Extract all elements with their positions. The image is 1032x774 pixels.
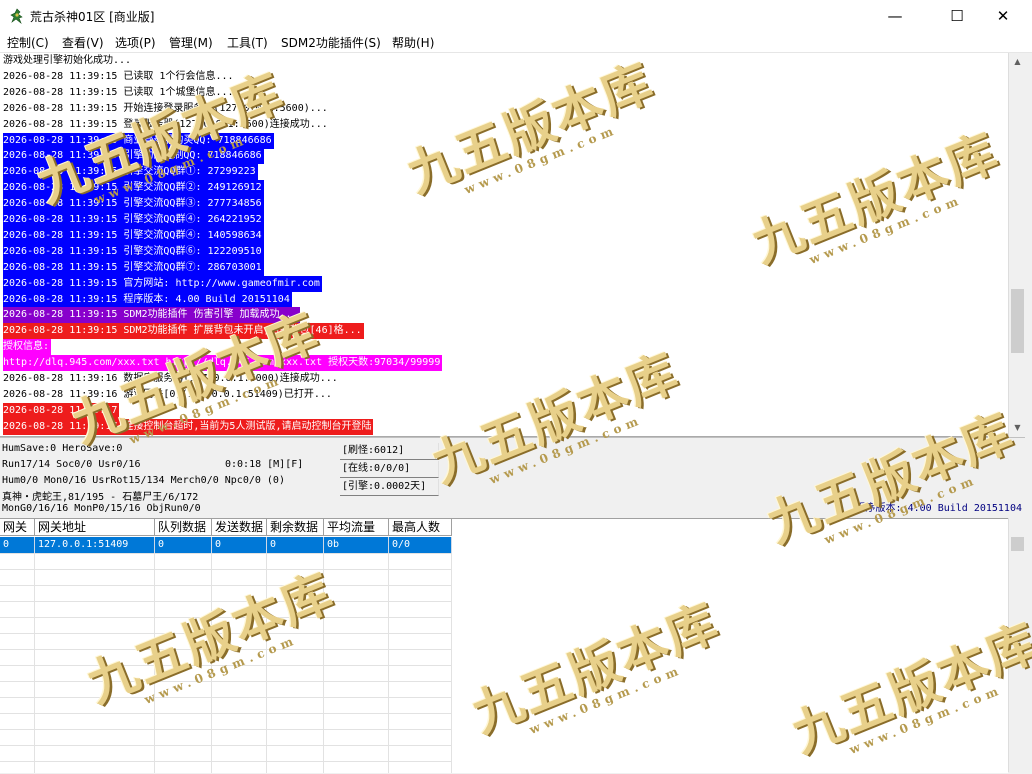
log-line: 2026-08-28 11:39:15 官方网站: http://www.gam…: [3, 275, 322, 292]
log-line: 2026-08-28 11:39:15 引擎功能定制QQ: 718846686: [3, 148, 264, 165]
table-scroll-thumb[interactable]: [1011, 537, 1024, 551]
table-cell[interactable]: 127.0.0.1:51409: [35, 537, 155, 553]
log-line: 2026-08-28 11:39:15 引擎交流QQ群⑦: 286703001: [3, 259, 264, 276]
close-button[interactable]: ✕: [980, 0, 1026, 32]
table-cell[interactable]: 0: [212, 537, 267, 553]
menu-view[interactable]: 查看(V): [62, 34, 104, 51]
menu-tools[interactable]: 工具(T): [227, 34, 268, 51]
table-cell[interactable]: 0: [267, 537, 324, 553]
log-line: 2026-08-28 11:39:15 引擎交流QQ群③: 277734856: [3, 196, 264, 213]
refresh-count: [刷怪:6012]: [340, 443, 439, 460]
column-header[interactable]: 平均流量: [324, 519, 389, 536]
log-line: 2026-08-28 11:39:15 登录服务器(127.0.0.1:5600…: [3, 118, 328, 130]
log-line: 2026-08-28 11:39:15 SDM2功能插件 扩展背包未开启,当前背…: [3, 323, 364, 340]
gateway-table[interactable]: 网关 网关地址 队列数据 发送数据 剩余数据 平均流量 最高人数 0 127.0…: [0, 518, 1008, 773]
log-line: 2026-08-28 11:39:17 连接控制台超时,当前为5人测试版,请启动…: [3, 418, 374, 435]
menu-control[interactable]: 控制(C): [7, 34, 49, 51]
program-version: 程序版本: 4.00 Build 20151104: [855, 503, 1022, 514]
online-count: [在线:0/0/0]: [340, 461, 439, 478]
log-line: 授权信息:: [3, 339, 52, 356]
minimize-icon: —: [887, 7, 903, 25]
log-line: 2026-08-28 11:39:15 开始连接登录服务器(127.0.0.1:…: [3, 102, 328, 114]
app-icon: [10, 8, 23, 24]
status-timer: 0:0:18 [M][F]: [225, 459, 304, 470]
status-boss: 真神・虎蛇王,81/195 - 石墓尸王/6/172: [2, 492, 199, 503]
menu-help[interactable]: 帮助(H): [392, 34, 434, 51]
log-line: 2026-08-28 11:39:16 游戏网关[0](127.0.0.1:51…: [3, 388, 332, 400]
log-line: http://dlq.945.com/xxx.txt http://dlq.94…: [3, 355, 443, 372]
log-line: 2026-08-28 11:39:15 已读取 1个行会信息...: [3, 70, 234, 82]
scroll-down-icon[interactable]: ▼: [1009, 419, 1026, 436]
minimize-button[interactable]: —: [872, 0, 918, 32]
column-header[interactable]: 发送数据: [212, 519, 267, 536]
window-right-edge: [1025, 53, 1032, 772]
table-scrollbar[interactable]: [1008, 518, 1026, 772]
menu-options[interactable]: 选项(P): [115, 34, 156, 51]
menu-sdm2-plugin[interactable]: SDM2功能插件(S): [281, 34, 381, 51]
scroll-thumb[interactable]: [1011, 289, 1024, 353]
log-line: 2026-08-28 11:39:15 引擎交流QQ群②: 249126912: [3, 180, 264, 197]
log-line: 2026-08-28 11:39:15 已读取 1个城堡信息...: [3, 86, 234, 98]
table-cell[interactable]: 0b: [324, 537, 389, 553]
log-line: 2026-08-28 11:39:15 引擎交流QQ群⑥: 122209510: [3, 243, 264, 260]
title-bar: 荒古杀神01区 [商业版] — ☐ ✕: [0, 0, 1032, 32]
log-line: 游戏处理引擎初始化成功...: [3, 55, 132, 66]
table-cell[interactable]: 0: [155, 537, 212, 553]
log-line: 2026-08-28 11:39:17: [3, 402, 120, 419]
column-header[interactable]: 剩余数据: [267, 519, 324, 536]
status-run: Run17/14 Soc0/0 Usr0/16: [2, 459, 141, 470]
engine-uptime: [引擎:0.0002天]: [340, 479, 439, 496]
log-line: 2026-08-28 11:39:15 引擎交流QQ群④: 264221952: [3, 212, 264, 228]
menu-bar: 控制(C) 查看(V) 选项(P) 管理(M) 工具(T) SDM2功能插件(S…: [0, 32, 1032, 53]
column-header[interactable]: 网关地址: [35, 519, 155, 536]
log-panel[interactable]: 游戏处理引擎初始化成功... 2026-08-28 11:39:15 已读取 1个…: [0, 53, 1008, 437]
window-title: 荒古杀神01区 [商业版]: [30, 10, 155, 24]
log-line: 2026-08-28 11:39:15 引擎交流QQ群①: 27299223: [3, 164, 258, 181]
log-line: 2026-08-28 11:39:16 数据库服务器(127.0.0.1:600…: [3, 373, 338, 384]
log-line: 2026-08-28 11:39:15 程序版本: 4.00 Build 201…: [3, 291, 292, 308]
status-save: HumSave:0 HeroSave:0: [2, 443, 123, 454]
maximize-icon: ☐: [950, 7, 964, 25]
table-cell[interactable]: 0/0: [389, 537, 452, 553]
close-icon: ✕: [996, 7, 1010, 25]
log-line: 2026-08-28 11:39:15 SDM2功能插件 伤害引擎 加载成功..…: [3, 307, 300, 324]
status-humans: Hum0/0 Mon0/16 UsrRot15/134 Merch0/0 Npc…: [2, 475, 285, 486]
status-monsters: MonG0/16/16 MonP0/15/16 ObjRun0/0: [2, 503, 201, 514]
column-header[interactable]: 网关: [0, 519, 35, 536]
log-line: 2026-08-28 11:39:15 商业登录器购买QQ: 718846686: [3, 132, 274, 149]
scroll-up-icon[interactable]: ▲: [1009, 53, 1026, 70]
maximize-button[interactable]: ☐: [934, 0, 980, 32]
column-header[interactable]: 队列数据: [155, 519, 212, 536]
status-panel: HumSave:0 HeroSave:0 Run17/14 Soc0/0 Usr…: [0, 437, 1025, 519]
log-scrollbar[interactable]: ▲ ▼: [1008, 53, 1026, 436]
table-cell[interactable]: 0: [0, 537, 35, 553]
column-header[interactable]: 最高人数: [389, 519, 452, 536]
menu-manage[interactable]: 管理(M): [169, 34, 213, 51]
log-line: 2026-08-28 11:39:15 引擎交流QQ群④: 140598634: [3, 227, 264, 244]
